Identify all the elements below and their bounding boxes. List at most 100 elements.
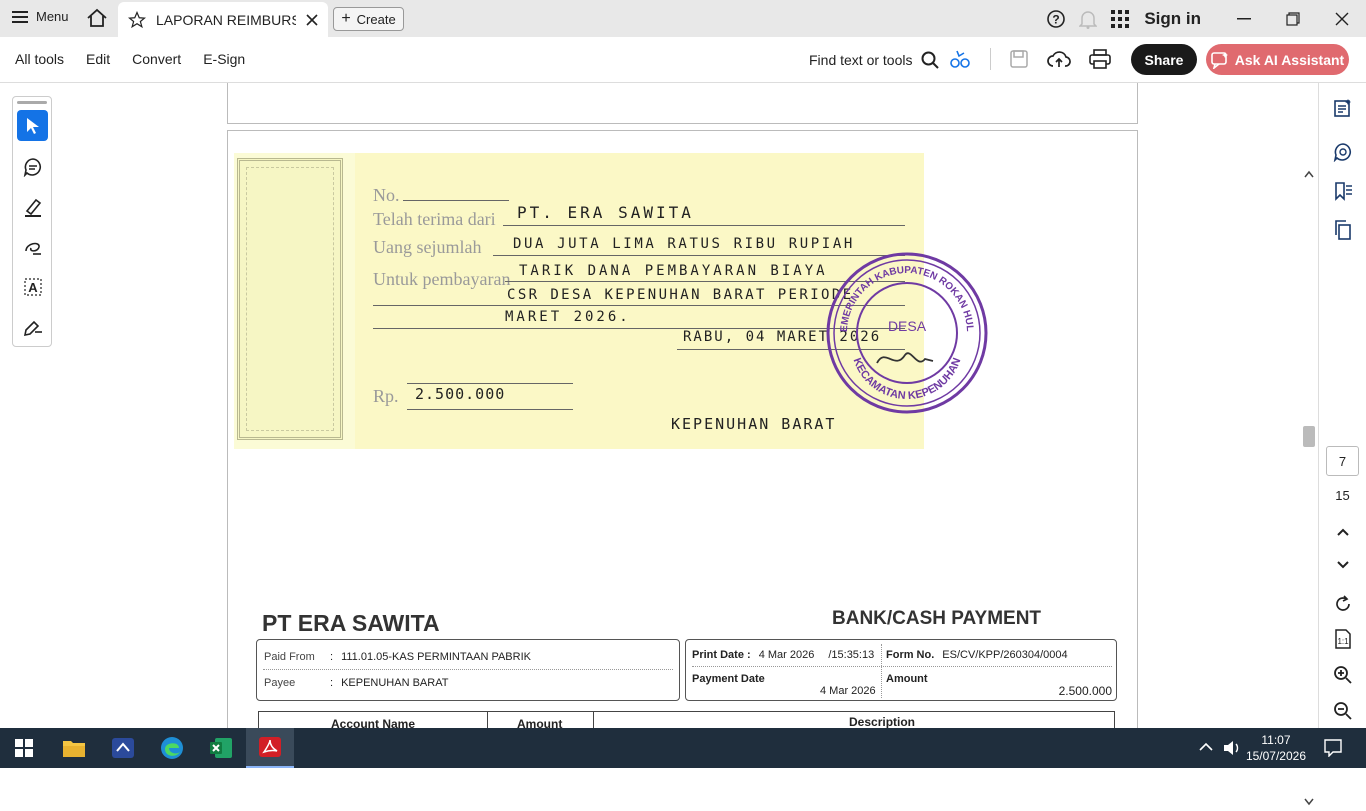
next-page-icon[interactable] [1331,553,1355,577]
ai-tools-icon[interactable] [948,47,972,71]
print-icon[interactable] [1089,49,1111,69]
voucher-company: PT ERA SAWITA [262,610,440,636]
print-time-value: /15:35:13 [828,649,875,661]
ai-assistant-icon [1210,51,1228,69]
select-cursor-icon[interactable] [17,110,48,141]
pdf-page: No. Telah terima dari PT. ERA SAWITA Uan… [227,130,1138,750]
find-tools-search[interactable]: Find text or tools [809,51,939,69]
sign-pen-icon[interactable] [17,311,48,342]
fit-page-icon[interactable]: 1:1 [1331,627,1355,651]
page-thumbnails-icon[interactable] [1331,218,1355,242]
scroll-up-icon[interactable] [1304,170,1314,178]
amount-words-label: Uang sejumlah [373,237,482,257]
previous-page-edge [227,83,1138,124]
paid-from-label: Paid From [264,651,315,663]
current-page-input[interactable]: 7 [1326,446,1359,476]
received-from-label: Telah terima dari [373,209,496,229]
rp-label: Rp. [373,386,399,406]
system-tray-chevron-icon[interactable] [1198,742,1214,752]
clock-date: 15/07/2026 [1245,749,1306,763]
purpose-line-2: CSR DESA KEPENUHAN BARAT PERIODE [507,287,854,303]
purpose-line-1: TARIK DANA PEMBAYARAN BIAYA [519,263,828,279]
close-tab-icon[interactable] [306,13,318,26]
clock-time: 11:07 [1261,733,1291,747]
purpose-line-3: MARET 2026. [505,309,631,325]
receipt-no-label: No. [373,185,400,205]
print-date-value: 4 Mar 2026 [758,649,815,661]
minimize-icon[interactable] [1219,0,1268,37]
help-icon[interactable]: ? [1040,9,1072,29]
total-pages: 15 [1335,488,1350,503]
receipt-signer: KEPENUHAN BARAT [671,415,837,433]
tab-title: LAPORAN REIMBURSE ... [156,11,296,28]
notification-bell-icon[interactable] [1072,9,1104,29]
receipt-image: No. Telah terima dari PT. ERA SAWITA Uan… [234,153,988,449]
plus-icon: + [341,10,351,27]
system-clock[interactable]: 11:07 15/07/2026 [1246,732,1306,764]
menu-edit[interactable]: Edit [86,51,110,67]
apps-grid-icon[interactable] [1104,9,1136,28]
zoom-in-icon[interactable] [1331,663,1355,687]
star-icon[interactable] [128,10,146,29]
share-button[interactable]: Share [1131,44,1197,75]
upload-cloud-icon[interactable] [1047,49,1071,69]
document-properties-icon[interactable] [1331,96,1355,120]
main-toolbar: All tools Edit Convert E-Sign Find text … [0,37,1366,83]
ask-ai-assistant-button[interactable]: Ask AI Assistant [1206,44,1349,75]
menu-esign[interactable]: E-Sign [203,51,245,67]
svg-text:1:1: 1:1 [1337,637,1349,646]
amount-label: Amount [886,673,928,685]
volume-icon[interactable] [1222,739,1242,757]
rp-value: 2.500.000 [415,385,506,403]
document-tab[interactable]: LAPORAN REIMBURSE ... [118,2,328,37]
scroll-thumb[interactable] [1303,426,1315,447]
text-box-icon[interactable]: A [17,271,48,302]
stamp-center-text: DESA [888,318,927,334]
acrobat-icon[interactable] [246,728,294,768]
close-window-icon[interactable] [1317,0,1366,37]
village-stamp-seal: PEMERINTAH KABUPATEN ROKAN HULU KECAMATA… [825,251,988,414]
sign-in-link[interactable]: Sign in [1144,9,1201,29]
document-workspace: A No. Telah terima dari PT. ERA SAWITA U… [0,83,1318,806]
voucher-title: BANK/CASH PAYMENT [832,608,1042,629]
edge-browser-icon[interactable] [148,728,196,768]
restore-icon[interactable] [1268,0,1317,37]
notifications-center-icon[interactable] [1324,739,1342,757]
panel-grip[interactable] [17,101,47,104]
quick-tools-panel: A [12,96,52,347]
hamburger-icon [12,10,28,23]
right-rail: 7 15 1:1 [1318,83,1366,728]
create-button[interactable]: + Create [333,7,404,31]
comments-panel-icon[interactable] [1331,140,1355,164]
menu-label: Menu [36,9,69,24]
previous-page-icon[interactable] [1331,520,1355,544]
receipt-stub [237,158,343,440]
payment-date-label: Payment Date [692,673,765,685]
create-label: Create [356,11,396,27]
amount-value: 2.500.000 [1058,684,1112,698]
vertical-scrollbar[interactable] [1300,166,1318,811]
title-bar: Menu LAPORAN REIMBURSE ... + Create ? Si… [0,0,1366,37]
scroll-down-icon[interactable] [1304,798,1314,806]
payment-date-value: 4 Mar 2026 [820,685,876,697]
save-icon[interactable] [1009,49,1029,69]
scanner-app-icon[interactable] [99,728,147,768]
search-icon [921,51,939,69]
receipt-body: No. Telah terima dari PT. ERA SAWITA Uan… [355,153,988,449]
file-explorer-icon[interactable] [50,728,98,768]
menu-all-tools[interactable]: All tools [15,51,64,67]
highlight-pen-icon[interactable] [17,191,48,222]
windows-start-icon[interactable] [0,728,48,768]
zoom-out-icon[interactable] [1331,699,1355,723]
menu-button[interactable]: Menu [12,9,69,24]
home-icon[interactable] [86,8,108,33]
rotate-icon[interactable] [1331,592,1355,616]
bookmarks-icon[interactable] [1331,179,1355,203]
excel-icon[interactable] [197,728,245,768]
draw-freehand-icon[interactable] [17,231,48,262]
add-comment-icon[interactable] [17,151,48,182]
voucher-payee-box: Paid From : 111.01.05-KAS PERMINTAAN PAB… [256,639,680,701]
amount-words-value: DUA JUTA LIMA RATUS RIBU RUPIAH [513,236,855,252]
print-date-label: Print Date : [692,649,751,661]
menu-convert[interactable]: Convert [132,51,181,67]
